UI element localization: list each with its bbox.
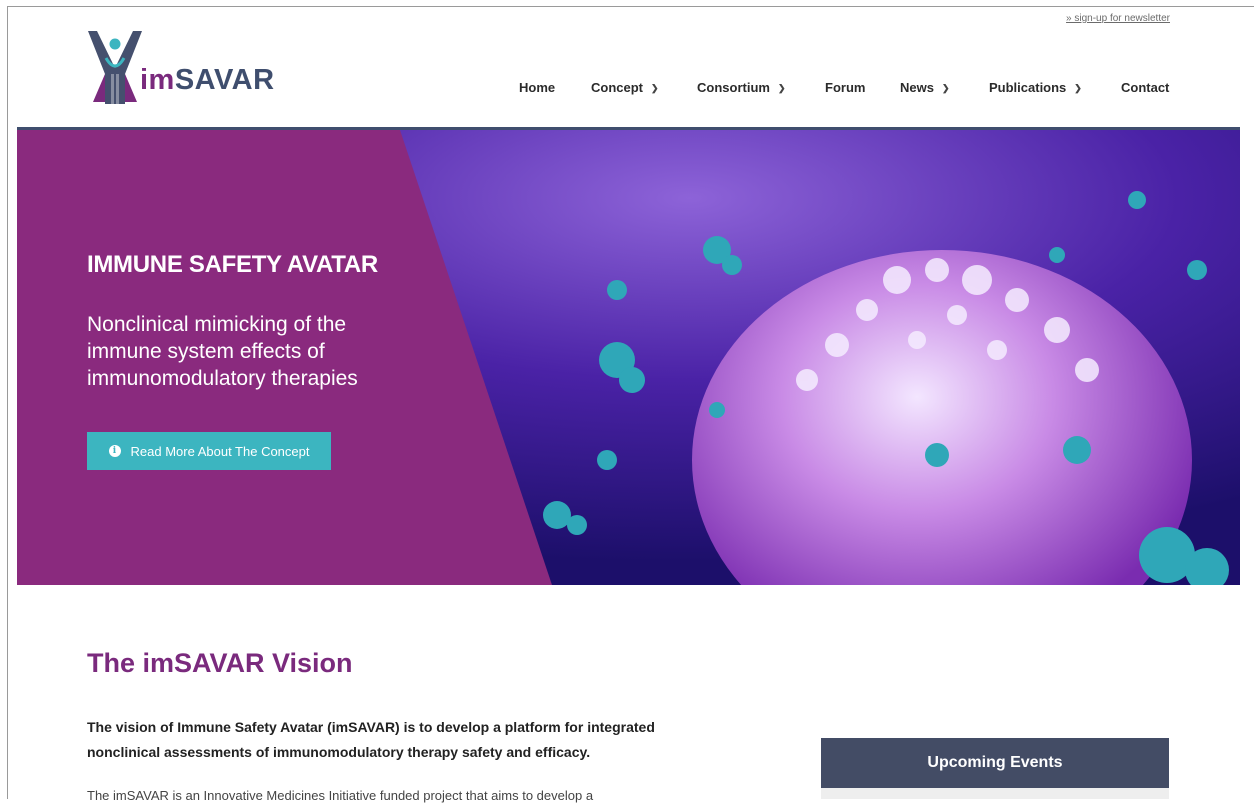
chevron-down-icon: ❯ [651, 83, 659, 93]
nav-item-forum[interactable]: Forum [825, 80, 865, 95]
chevron-down-icon: ❯ [1074, 83, 1082, 93]
nav-item-label: Forum [825, 80, 866, 95]
nav-item-label: Concept [591, 80, 643, 95]
main-navigation: Home Concept ❯ Consortium ❯ Forum News ❯ Pu… [0, 80, 1255, 96]
upcoming-events-title: Upcoming Events [927, 754, 1063, 771]
chevron-down-icon: ❯ [941, 83, 950, 93]
nav-item-news[interactable]: News ❯ [900, 80, 950, 95]
upcoming-events-list [821, 788, 1169, 799]
vision-body-paragraph: The imSAVAR is an Innovative Medicines I… [87, 788, 594, 803]
upcoming-events-header: Upcoming Events [821, 738, 1169, 788]
info-icon: i [108, 445, 121, 457]
chevron-down-icon: ❯ [777, 83, 786, 93]
nav-item-label: Contact [1121, 80, 1170, 95]
nav-item-contact[interactable]: Contact [1121, 80, 1169, 95]
nav-item-publications[interactable]: Publications ❯ [989, 80, 1082, 95]
hero-title: IMMUNE SAFETY AVATAR [87, 251, 378, 278]
nav-item-concept[interactable]: Concept ❯ [591, 80, 659, 95]
hero-banner: IMMUNE SAFETY AVATAR Nonclinical mimicki… [17, 127, 1240, 585]
newsletter-signup-link[interactable]: » sign-up for newsletter [1066, 13, 1170, 24]
read-more-concept-button[interactable]: i Read More About The Concept [87, 432, 331, 470]
nav-item-home[interactable]: Home [519, 80, 555, 95]
nav-item-label: Publications [989, 80, 1067, 95]
vision-heading: The imSAVAR Vision [87, 648, 353, 678]
nav-item-label: Consortium [697, 80, 770, 95]
nav-item-label: News [900, 80, 934, 95]
hero-subtitle: Nonclinical mimicking of the immune syst… [87, 313, 358, 390]
vision-lead-paragraph: The vision of Immune Safety Avatar (imSA… [87, 719, 655, 760]
nav-item-label: Home [519, 80, 556, 95]
nav-item-consortium[interactable]: Consortium ❯ [697, 80, 786, 95]
read-more-button-label: Read More About The Concept [130, 443, 310, 459]
